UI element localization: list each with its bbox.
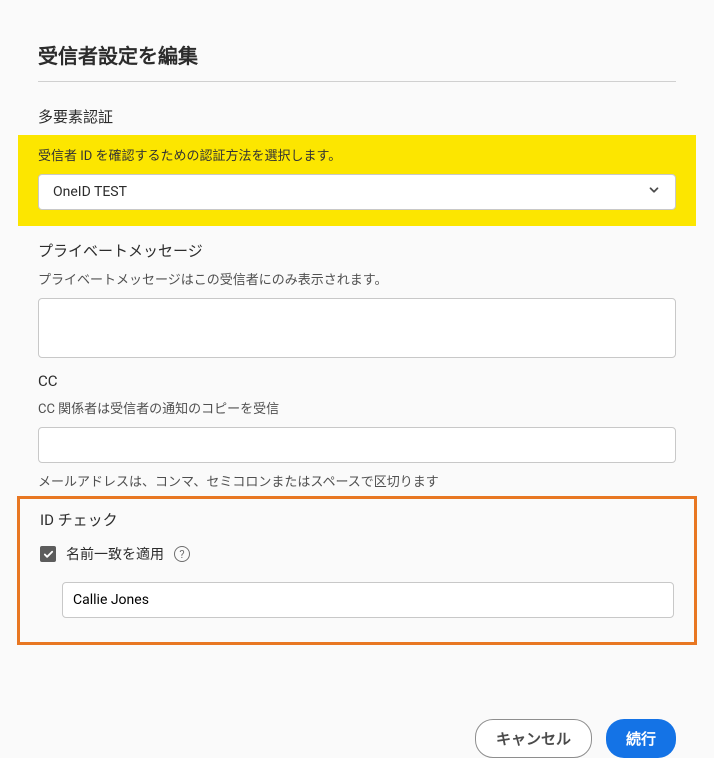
cancel-button[interactable]: キャンセル	[475, 719, 592, 758]
id-check-name-input[interactable]	[62, 582, 674, 618]
continue-button[interactable]: 続行	[606, 719, 676, 758]
page-title: 受信者設定を編集	[38, 40, 676, 82]
mfa-select[interactable]: OneID TEST	[38, 174, 676, 210]
private-message-help: プライベートメッセージはこの受信者にのみ表示されます。	[38, 269, 676, 288]
mfa-highlight: 受信者 ID を確認するための認証方法を選択します。 OneID TEST	[18, 135, 696, 226]
mfa-label: 多要素認証	[38, 106, 676, 127]
mfa-help-text: 受信者 ID を確認するための認証方法を選択します。	[38, 145, 676, 164]
id-check-section: ID チェック 名前一致を適用 ?	[17, 496, 697, 645]
private-message-label: プライベートメッセージ	[38, 240, 676, 261]
help-icon[interactable]: ?	[174, 546, 190, 562]
name-match-checkbox[interactable]	[40, 546, 56, 562]
name-match-label: 名前一致を適用	[66, 544, 164, 564]
id-check-label: ID チェック	[40, 509, 674, 530]
mfa-select-value: OneID TEST	[53, 184, 127, 200]
private-message-input[interactable]	[38, 298, 676, 358]
button-row: キャンセル 続行	[38, 719, 676, 758]
cc-input[interactable]	[38, 427, 676, 463]
cc-label: CC	[38, 372, 676, 390]
cc-sub-help: メールアドレスは、コンマ、セミコロンまたはスペースで区切ります	[38, 471, 676, 490]
cc-help: CC 関係者は受信者の通知のコピーを受信	[38, 398, 676, 417]
chevron-down-icon	[647, 183, 661, 201]
